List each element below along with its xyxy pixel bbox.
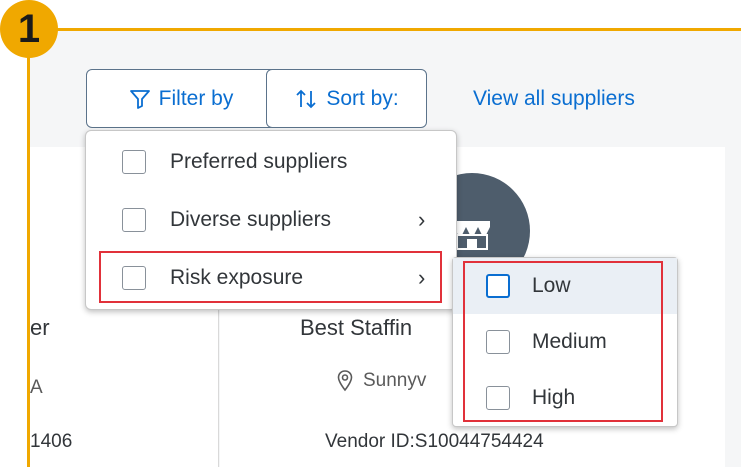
filter-option-label: Diverse suppliers xyxy=(170,208,332,231)
risk-exposure-submenu: Low Medium High xyxy=(452,257,678,427)
checkbox[interactable] xyxy=(122,208,146,232)
filter-by-button[interactable]: Filter by xyxy=(86,69,276,128)
filter-option-label: Preferred suppliers xyxy=(170,150,348,173)
risk-option-medium[interactable]: Medium xyxy=(453,314,677,370)
funnel-icon xyxy=(129,89,150,109)
checkbox[interactable] xyxy=(486,330,510,354)
risk-option-label: High xyxy=(532,386,576,409)
checkbox[interactable] xyxy=(486,386,510,410)
step-number-badge: 1 xyxy=(0,0,58,58)
sort-by-label: Sort by: xyxy=(326,86,399,110)
sort-by-button[interactable]: Sort by: xyxy=(266,69,427,128)
risk-option-low[interactable]: Low xyxy=(453,258,677,314)
callout-frame-top xyxy=(28,28,741,31)
filter-option-label: Risk exposure xyxy=(170,266,304,289)
filter-menu: Preferred suppliers Diverse suppliers › … xyxy=(85,130,457,310)
supplier-name: er xyxy=(30,315,50,340)
checkbox[interactable] xyxy=(122,266,146,290)
chevron-right-icon: › xyxy=(418,207,426,232)
callout-frame-left xyxy=(27,28,30,467)
vendor-id: 1406 xyxy=(30,431,73,452)
view-all-suppliers-link[interactable]: View all suppliers xyxy=(473,87,635,111)
risk-option-label: Medium xyxy=(532,330,607,353)
risk-option-label: Low xyxy=(532,274,571,297)
checkbox[interactable] xyxy=(486,274,510,298)
supplier-location: A xyxy=(30,377,43,398)
vendor-id: Vendor ID:S10044754424 xyxy=(325,431,544,452)
supplier-location: Sunnyv xyxy=(337,370,426,392)
sort-arrows-icon xyxy=(296,89,316,108)
location-pin-icon xyxy=(337,370,353,392)
checkbox[interactable] xyxy=(122,150,146,174)
risk-option-high[interactable]: High xyxy=(453,370,677,426)
supplier-location-text: Sunnyv xyxy=(363,370,427,391)
filter-option-diverse-suppliers[interactable]: Diverse suppliers › xyxy=(86,191,456,249)
filter-option-risk-exposure[interactable]: Risk exposure › xyxy=(86,249,456,307)
filter-option-preferred-suppliers[interactable]: Preferred suppliers xyxy=(86,133,456,191)
chevron-right-icon: › xyxy=(418,265,426,290)
filter-by-label: Filter by xyxy=(158,86,234,110)
supplier-name: Best Staffin xyxy=(300,315,413,340)
